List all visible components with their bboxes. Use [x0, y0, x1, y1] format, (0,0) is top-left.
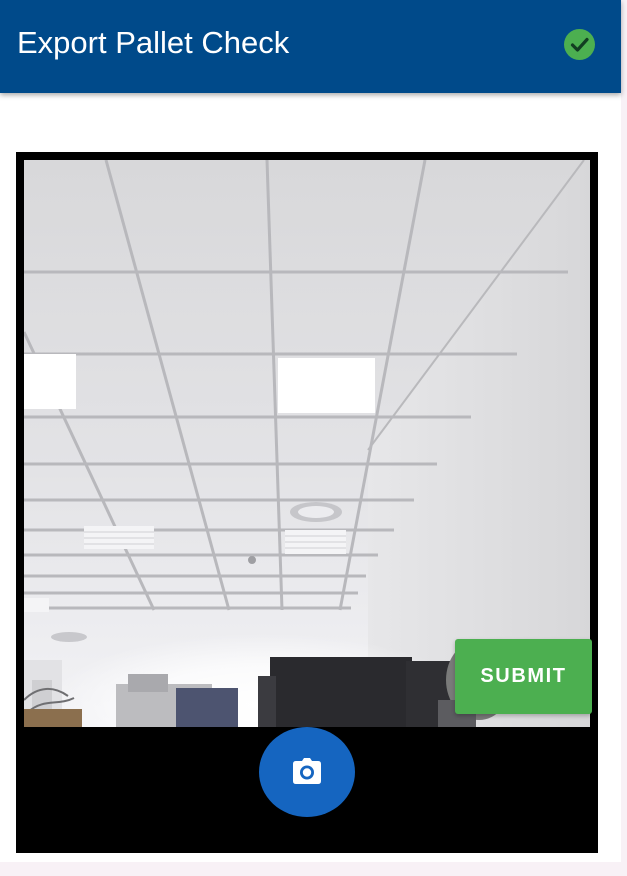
app-header: Export Pallet Check: [0, 0, 621, 93]
submit-button[interactable]: SUBMIT: [455, 639, 592, 714]
page-surface: Export Pallet Check SUBMIT: [0, 0, 621, 862]
camera-icon: [293, 758, 321, 784]
app-root: Export Pallet Check SUBMIT: [0, 0, 627, 876]
capture-photo-button[interactable]: [259, 727, 355, 817]
page-title: Export Pallet Check: [17, 25, 290, 60]
check-circle-icon: [564, 29, 595, 60]
